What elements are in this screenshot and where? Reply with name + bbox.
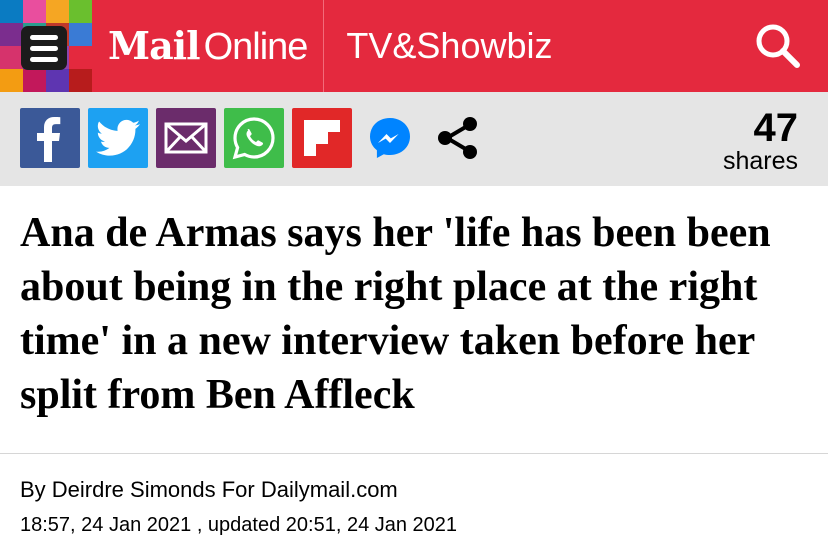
article-dateline: 18:57, 24 Jan 2021 , updated 20:51, 24 J… [20,514,458,536]
share-twitter-button[interactable] [88,108,148,168]
headline-divider [0,453,828,454]
share-email-button[interactable] [156,108,216,168]
site-logo[interactable]: Mail Online [108,23,309,69]
share-count-label: shares [722,147,798,175]
share-count-number: 47 [753,106,799,150]
email-icon [164,122,208,154]
share-facebook-button[interactable] [20,108,80,168]
hamburger-menu-icon[interactable] [21,26,67,70]
whatsapp-icon [232,117,275,160]
twitter-icon [96,119,140,156]
flipboard-icon [304,120,340,156]
facebook-icon [37,117,61,162]
menu-button[interactable] [0,0,92,92]
share-whatsapp-button[interactable] [224,108,284,168]
logo-online-text: Online [203,26,309,68]
search-icon [756,24,800,68]
share-count: 47 shares [723,108,798,174]
article-byline[interactable]: By Deirdre Simonds For Dailymail.com [20,475,398,505]
site-header: Mail Online TV&Showbiz [0,0,828,92]
share-flipboard-button[interactable] [292,108,352,168]
search-button[interactable] [752,20,804,72]
article-headline: Ana de Armas says her 'life has been bee… [20,210,771,418]
header-divider [323,0,325,92]
share-bar: 47 shares [0,92,828,186]
share-icon [438,117,477,159]
section-title[interactable]: TV&Showbiz [346,25,552,67]
logo-mail-text: Mail [108,23,201,68]
share-messenger-button[interactable] [360,108,420,168]
share-more-button[interactable] [428,108,488,168]
messenger-icon [370,118,410,158]
